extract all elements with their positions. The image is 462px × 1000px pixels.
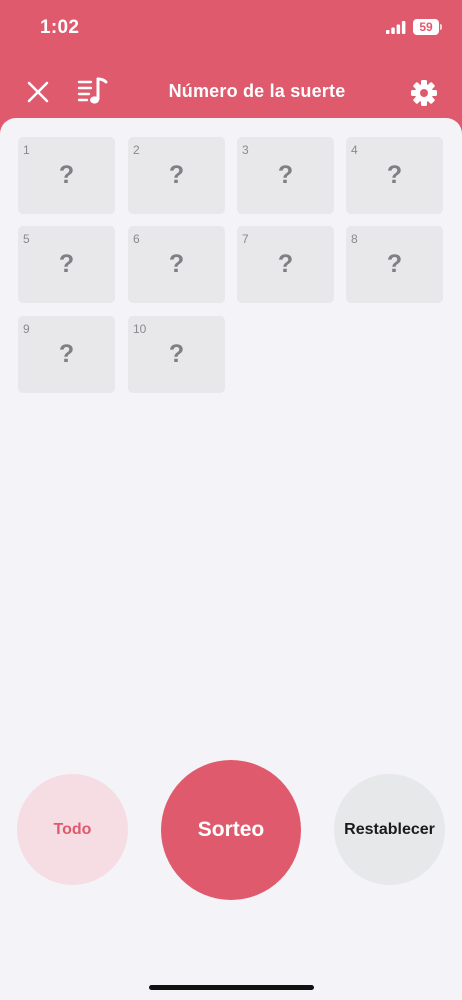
tile-number: 7 <box>242 232 249 246</box>
all-button-label: Todo <box>53 820 92 838</box>
battery-tip <box>440 24 442 30</box>
number-tile[interactable]: 5 ? <box>18 226 115 303</box>
tile-hidden-value: ? <box>168 340 185 368</box>
number-tile[interactable]: 9 ? <box>18 316 115 393</box>
tile-hidden-value: ? <box>277 250 294 278</box>
battery-level: 59 <box>413 19 439 35</box>
tile-hidden-value: ? <box>58 250 75 278</box>
number-tile[interactable]: 3 ? <box>237 137 334 214</box>
settings-button[interactable] <box>409 78 439 108</box>
tile-number: 6 <box>133 232 140 246</box>
tile-hidden-value: ? <box>277 161 294 189</box>
tile-hidden-value: ? <box>58 340 75 368</box>
reset-button[interactable]: Restablecer <box>334 774 445 885</box>
tile-hidden-value: ? <box>386 250 403 278</box>
close-icon <box>27 81 49 103</box>
reset-button-label: Restablecer <box>344 820 435 838</box>
status-bar: 1:02 59 <box>0 0 462 60</box>
content-area: 1 ? 2 ? 3 ? 4 ? 5 ? 6 ? 7 ? 8 ? 9 ? 10 ?… <box>0 118 462 1000</box>
page-title: Número de la suerte <box>168 81 346 101</box>
number-tile[interactable]: 6 ? <box>128 226 225 303</box>
number-tile[interactable]: 1 ? <box>18 137 115 214</box>
tile-number: 5 <box>23 232 30 246</box>
tile-hidden-value: ? <box>386 161 403 189</box>
nav-bar: Número de la suerte <box>0 62 462 120</box>
tile-number: 3 <box>242 143 249 157</box>
tile-number: 10 <box>133 322 147 336</box>
tile-hidden-value: ? <box>58 161 75 189</box>
battery-icon: 59 <box>413 19 443 35</box>
tile-number: 9 <box>23 322 30 336</box>
home-indicator <box>149 985 314 990</box>
number-tile[interactable]: 8 ? <box>346 226 443 303</box>
tile-number: 8 <box>351 232 358 246</box>
tile-number: 4 <box>351 143 358 157</box>
close-button[interactable] <box>24 78 52 106</box>
tile-number: 2 <box>133 143 140 157</box>
gear-icon <box>411 80 437 106</box>
number-tile[interactable]: 10 ? <box>128 316 225 393</box>
tile-number: 1 <box>23 143 30 157</box>
all-button[interactable]: Todo <box>17 774 128 885</box>
draw-button-label: Sorteo <box>197 818 265 841</box>
status-time: 1:02 <box>40 17 80 38</box>
tile-hidden-value: ? <box>168 161 185 189</box>
playlist-button[interactable] <box>76 75 110 107</box>
draw-button[interactable]: Sorteo <box>161 760 301 900</box>
cellular-signal-icon <box>386 21 406 34</box>
number-tile[interactable]: 2 ? <box>128 137 225 214</box>
tile-hidden-value: ? <box>168 250 185 278</box>
number-tile[interactable]: 7 ? <box>237 226 334 303</box>
music-playlist-icon <box>77 77 108 104</box>
number-tile[interactable]: 4 ? <box>346 137 443 214</box>
